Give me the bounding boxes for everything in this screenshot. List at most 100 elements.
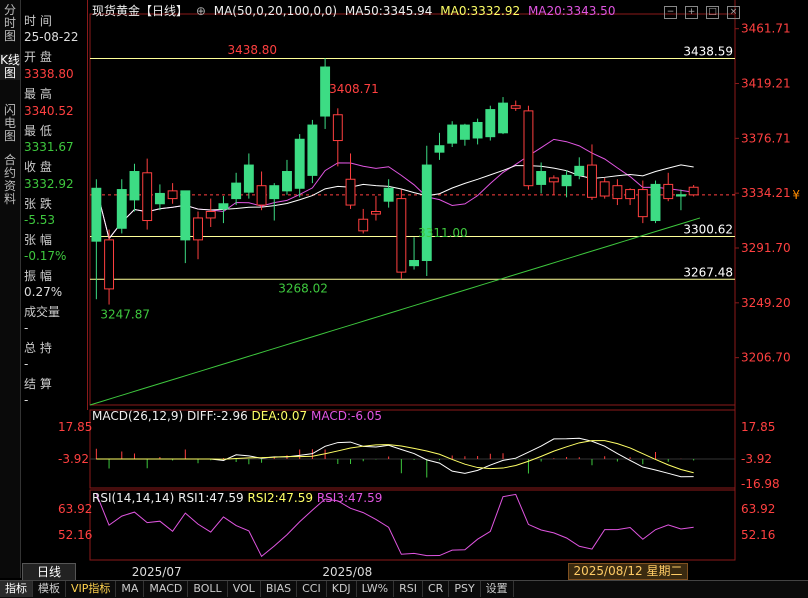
- macd-tick-label: -3.92: [741, 452, 772, 466]
- candle-body: [282, 171, 292, 192]
- indicator-tab-12[interactable]: CR: [423, 581, 450, 597]
- rsi3-value: RSI3:47.59: [316, 491, 383, 505]
- price-tick-label: 3206.70: [741, 351, 791, 365]
- candle-body: [307, 124, 318, 176]
- ma20-value: MA20:3343.50: [527, 4, 616, 18]
- price-tick-label: 3376.71: [741, 131, 791, 145]
- candle-body: [485, 109, 496, 138]
- price-annotation: 3438.80: [227, 43, 277, 57]
- candle-body: [561, 174, 572, 187]
- candle-body: [91, 187, 102, 242]
- indicator-tab-1[interactable]: 模板: [33, 581, 66, 597]
- ma0-value: MA0:3332.92: [440, 4, 521, 18]
- rsi-tick-label: 52.16: [741, 528, 775, 542]
- candle-body: [370, 211, 381, 215]
- ma-params: MA(50,0,20,100,0,0): [213, 4, 338, 18]
- candle-body: [142, 172, 153, 222]
- macd-value: MACD:-6.05: [310, 409, 383, 423]
- candle-body: [218, 203, 229, 210]
- indicator-tab-3[interactable]: MA: [116, 581, 145, 597]
- rsi2-value: RSI2:47.59: [247, 491, 314, 505]
- candle-body: [129, 171, 140, 201]
- candle-body: [625, 189, 636, 200]
- price-annotation: 3268.02: [278, 282, 328, 296]
- candle-body: [332, 114, 343, 142]
- close-icon[interactable]: ×: [727, 6, 740, 19]
- price-tick-label: 3419.21: [741, 77, 791, 91]
- candle-body: [383, 187, 394, 202]
- ma100-line: [89, 217, 701, 406]
- macd-tick-label-left: -3.92: [58, 452, 89, 466]
- period-tab-day[interactable]: 日线: [22, 563, 76, 581]
- price-tick-label: 3461.71: [741, 22, 791, 36]
- candle-body: [167, 190, 178, 200]
- candle-body: [154, 192, 165, 205]
- indicator-tab-8[interactable]: CCI: [297, 581, 327, 597]
- indicator-tab-13[interactable]: PSY: [449, 581, 481, 597]
- candle-body: [510, 105, 521, 109]
- candle-body: [434, 145, 445, 153]
- candle-body: [345, 178, 356, 206]
- candle-body: [205, 211, 216, 219]
- candle-body: [409, 260, 420, 267]
- candle-body: [294, 138, 305, 189]
- rsi-header: RSI(14,14,14) RSI1:47.59 RSI2:47.59 RSI3…: [92, 491, 382, 505]
- macd-diff: DIFF:-2.96: [186, 409, 248, 423]
- price-annotation: 3408.71: [329, 82, 379, 96]
- price-tick-label: 3291.70: [741, 241, 791, 255]
- candle-body: [358, 218, 369, 232]
- indicator-tab-6[interactable]: VOL: [228, 581, 261, 597]
- indicator-tab-0[interactable]: 指标: [0, 581, 33, 597]
- price-annotation: 3311.00: [418, 226, 468, 240]
- expand-icon[interactable]: □: [706, 6, 719, 19]
- indicator-tab-7[interactable]: BIAS: [261, 581, 298, 597]
- rsi-name: RSI(14,14,14): [92, 491, 175, 505]
- candle-body: [231, 182, 242, 200]
- zoom-in-icon[interactable]: +: [685, 6, 698, 19]
- candle-body: [587, 164, 597, 198]
- indicator-toolbar: 指标 模板 VIP指标 MA MACD BOLL VOL BIAS CCI KDJ LW% RSI CR…: [0, 580, 808, 598]
- macd-dea: DEA:0.07: [251, 409, 308, 423]
- rsi-tick-label-left: 52.16: [58, 528, 92, 542]
- zoom-out-icon[interactable]: −: [664, 6, 677, 19]
- main-chart-header: 现货黄金【日线】 ⊕ MA(50,0,20,100,0,0) MA50:3345…: [92, 2, 619, 18]
- candle-body: [472, 121, 483, 139]
- macd-header: MACD(26,12,9) DIFF:-2.96 DEA:0.07 MACD:-…: [92, 409, 382, 423]
- candle-body: [256, 185, 267, 206]
- price-annotation: 3247.87: [100, 308, 150, 322]
- rsi-tick-label: 63.92: [741, 502, 775, 516]
- candle-body: [269, 185, 280, 200]
- candle-body: [116, 189, 127, 229]
- chart-toolbar: − + □ ×: [656, 3, 740, 19]
- candle-body: [599, 181, 610, 197]
- macd-tick-label: -16.98: [741, 477, 780, 491]
- price-tick-label: 3334.21: [741, 186, 791, 200]
- price-tick-label: 3249.20: [741, 296, 791, 310]
- candle-body: [193, 217, 203, 241]
- instrument-title: 现货黄金【日线】: [92, 4, 189, 18]
- indicator-tab-5[interactable]: BOLL: [188, 581, 228, 597]
- indicator-tab-2[interactable]: VIP指标: [66, 581, 117, 597]
- indicator-tab-4[interactable]: MACD: [144, 581, 189, 597]
- candle-body: [523, 110, 534, 187]
- candle-body: [447, 124, 458, 144]
- candle-body: [104, 239, 115, 290]
- indicator-tab-10[interactable]: LW%: [357, 581, 395, 597]
- rsi-tick-label-left: 63.92: [58, 502, 92, 516]
- candle-body: [498, 102, 508, 134]
- candle-body: [180, 190, 191, 241]
- x-axis-label: 2025/08: [322, 565, 372, 579]
- x-axis-label: 2025/07: [132, 565, 182, 579]
- indicator-tab-11[interactable]: RSI: [394, 581, 423, 597]
- macd-tick-label: 17.85: [741, 420, 775, 434]
- ma-toggle-icon[interactable]: ⊕: [196, 4, 206, 18]
- candle-body: [574, 165, 585, 176]
- macd-diff-line: [96, 437, 694, 478]
- candle-body: [612, 185, 623, 200]
- level-label: 3438.59: [683, 45, 733, 59]
- indicator-tab-9[interactable]: KDJ: [327, 581, 357, 597]
- rsi1-value: RSI1:47.59: [178, 491, 244, 505]
- indicator-tab-14[interactable]: 设置: [481, 581, 514, 597]
- level-label: 3267.48: [683, 265, 733, 279]
- candle-body: [688, 186, 699, 196]
